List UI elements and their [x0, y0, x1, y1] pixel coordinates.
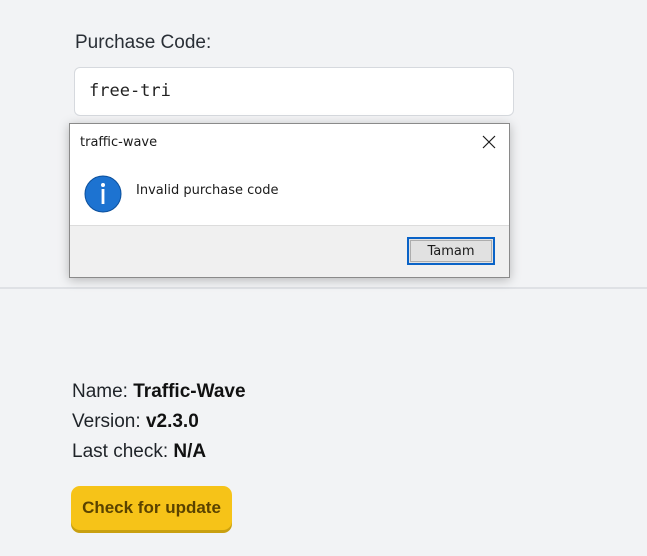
- message-dialog: traffic-wave Invalid purchase code Tamam: [69, 123, 510, 278]
- last-check-row: Last check: N/A: [72, 441, 206, 463]
- version-row: Version: v2.3.0: [72, 411, 199, 433]
- dialog-footer: Tamam: [70, 225, 509, 277]
- dialog-message: Invalid purchase code: [136, 183, 279, 198]
- last-check-label: Last check:: [72, 441, 174, 462]
- name-label: Name:: [72, 381, 134, 402]
- version-label: Version:: [72, 411, 146, 432]
- name-row: Name: Traffic-Wave: [72, 381, 246, 403]
- purchase-code-input[interactable]: free-tri: [74, 67, 514, 116]
- dialog-title: traffic-wave: [80, 135, 158, 150]
- version-value: v2.3.0: [145, 411, 199, 432]
- name-value: Traffic-Wave: [133, 381, 246, 402]
- section-divider: [0, 287, 647, 289]
- last-check-value: N/A: [173, 441, 207, 462]
- info-icon: [84, 175, 122, 213]
- purchase-code-label: Purchase Code:: [75, 32, 212, 53]
- ok-button[interactable]: Tamam: [407, 237, 495, 265]
- check-for-update-button[interactable]: Check for update: [71, 486, 232, 530]
- close-icon[interactable]: [475, 128, 503, 156]
